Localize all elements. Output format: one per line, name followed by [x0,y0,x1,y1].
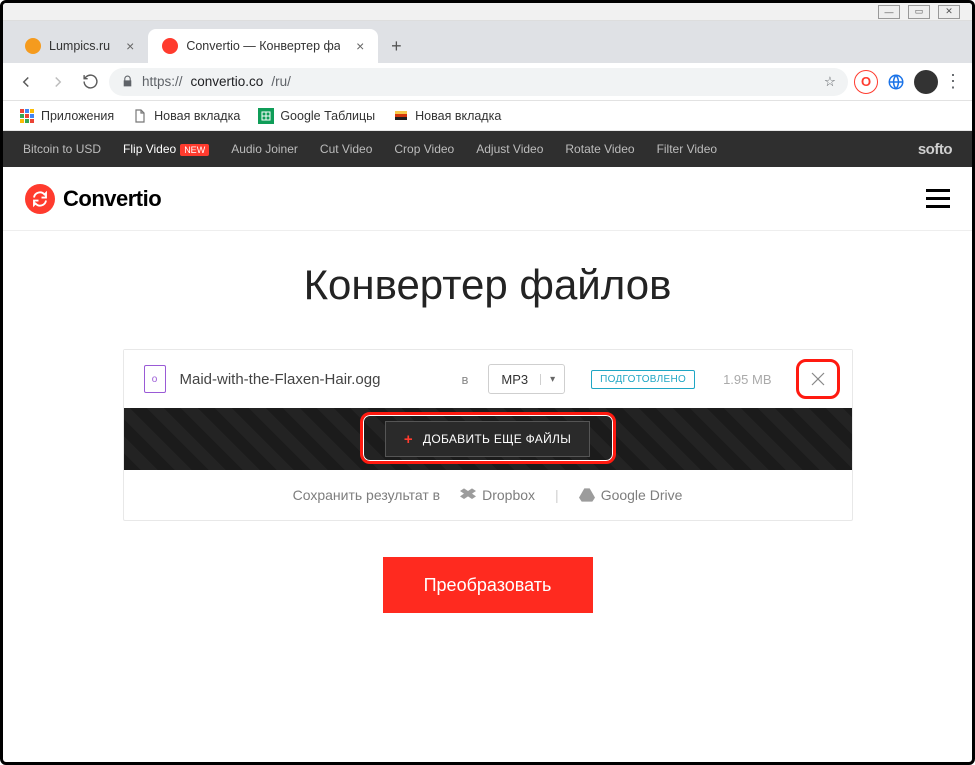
cloud-label: Dropbox [482,487,535,503]
main-content: Конвертер файлов o Maid-with-the-Flaxen-… [3,231,972,653]
cloud-label: Google Drive [601,487,683,503]
bookmark-label: Новая вкладка [415,109,501,123]
tab-title: Convertio — Конвертер файлов [186,39,340,53]
hamburger-menu-button[interactable] [926,189,950,208]
browser-window: — ▭ ✕ Lumpics.ru × Convertio — Конвертер… [0,0,975,765]
topbar-item[interactable]: Filter Video [657,142,717,156]
bookmark-label: Приложения [41,109,114,123]
url-host: convertio.co [191,74,264,89]
add-more-label: ДОБАВИТЬ ЕЩЕ ФАЙЛЫ [423,432,571,446]
forward-button[interactable] [45,69,71,95]
logo-text: Convertio [63,186,161,212]
save-to-label: Сохранить результат в [293,487,441,503]
close-window-button[interactable]: ✕ [938,5,960,19]
gdrive-icon [579,488,595,502]
bookmark-sheets[interactable]: Google Таблицы [258,108,375,124]
bookmark-label: Google Таблицы [280,109,375,123]
profile-avatar[interactable] [914,70,938,94]
url-path: /ru/ [271,74,291,89]
chevron-down-icon: ▾ [540,374,564,385]
convertio-logo-icon [25,184,55,214]
url-input[interactable]: https:// convertio.co/ru/ ☆ [109,68,848,96]
extension-opera-icon[interactable]: O [854,70,878,94]
site-topbar: Bitcoin to USD Flip VideoNEW Audio Joine… [3,131,972,167]
bookmark-star-icon[interactable]: ☆ [824,74,836,90]
status-badge: ПОДГОТОВЛЕНО [591,370,695,389]
format-select[interactable]: MP3 ▾ [488,364,565,394]
divider: | [555,487,559,503]
sheets-icon [258,108,274,124]
tab-lumpics[interactable]: Lumpics.ru × [11,29,148,63]
new-tab-button[interactable]: + [382,32,410,60]
add-more-files-button[interactable]: + ДОБАВИТЬ ЕЩЕ ФАЙЛЫ [385,421,590,457]
tab-convertio[interactable]: Convertio — Конвертер файлов × [148,29,378,63]
file-row: o Maid-with-the-Flaxen-Hair.ogg в MP3 ▾ … [124,350,852,408]
topbar-item[interactable]: Rotate Video [565,142,634,156]
bookmark-newtab2[interactable]: Новая вкладка [393,108,501,124]
apps-icon [19,108,35,124]
new-badge: NEW [180,144,209,156]
remove-file-button[interactable] [804,365,832,393]
bookmark-newtab1[interactable]: Новая вкладка [132,108,240,124]
bookmarks-bar: Приложения Новая вкладка Google Таблицы … [3,101,972,131]
favicon-icon [25,38,41,54]
cta-label: Преобразовать [424,575,552,596]
tab-strip: Lumpics.ru × Convertio — Конвертер файло… [3,21,972,63]
format-value: MP3 [489,372,540,387]
window-titlebar: — ▭ ✕ [3,3,972,21]
logo[interactable]: Convertio [25,184,161,214]
page-title: Конвертер файлов [3,261,972,309]
save-to-gdrive[interactable]: Google Drive [579,487,683,503]
bookmark-label: Новая вкладка [154,109,240,123]
address-bar: https:// convertio.co/ru/ ☆ O ⋮ [3,63,972,101]
close-icon[interactable]: × [356,38,364,54]
extension-globe-icon[interactable] [884,70,908,94]
page-icon [132,108,148,124]
topbar-item[interactable]: Audio Joiner [231,142,298,156]
flag-icon [393,108,409,124]
topbar-brand: softo [918,141,952,158]
file-name: Maid-with-the-Flaxen-Hair.ogg [180,371,448,388]
topbar-item[interactable]: Cut Video [320,142,372,156]
save-destination-row: Сохранить результат в Dropbox | Google D… [124,470,852,520]
lock-icon [121,75,134,88]
tab-title: Lumpics.ru [49,39,110,53]
dropbox-icon [460,488,476,502]
browser-menu-button[interactable]: ⋮ [944,71,962,92]
audio-file-icon: o [144,365,166,393]
close-icon[interactable]: × [126,38,134,54]
topbar-item[interactable]: Adjust Video [476,142,543,156]
to-label: в [461,372,468,387]
back-button[interactable] [13,69,39,95]
reload-button[interactable] [77,69,103,95]
file-size: 1.95 MB [723,372,771,387]
bookmark-apps[interactable]: Приложения [19,108,114,124]
maximize-button[interactable]: ▭ [908,5,930,19]
save-to-dropbox[interactable]: Dropbox [460,487,535,503]
favicon-icon [162,38,178,54]
url-scheme: https:// [142,74,183,89]
topbar-item[interactable]: Bitcoin to USD [23,142,101,156]
conversion-tray: o Maid-with-the-Flaxen-Hair.ogg в MP3 ▾ … [123,349,853,521]
minimize-button[interactable]: — [878,5,900,19]
plus-icon: + [404,431,413,448]
topbar-item[interactable]: Crop Video [394,142,454,156]
topbar-item[interactable]: Flip VideoNEW [123,142,209,156]
site-header: Convertio [3,167,972,231]
add-more-strip: + ДОБАВИТЬ ЕЩЕ ФАЙЛЫ [124,408,852,470]
convert-button[interactable]: Преобразовать [383,557,593,613]
